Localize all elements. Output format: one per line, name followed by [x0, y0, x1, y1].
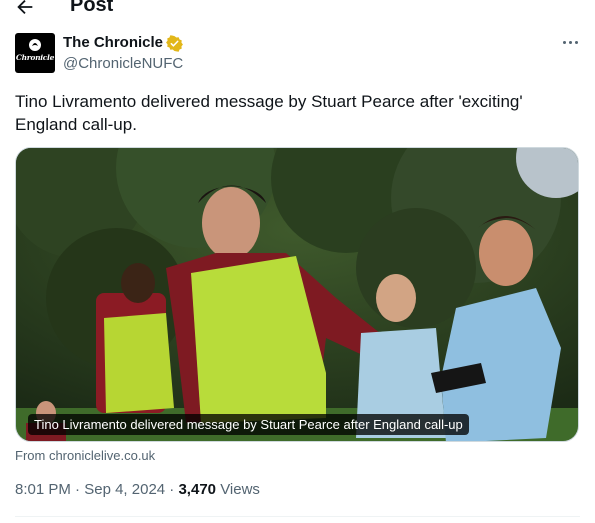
training-photo: [16, 148, 578, 441]
more-dot: [574, 40, 578, 44]
meta-separator: ·: [169, 481, 175, 498]
views-label: Views: [220, 481, 260, 498]
more-horizontal-icon: [562, 40, 566, 44]
link-source[interactable]: From chroniclelive.co.uk: [15, 448, 155, 463]
author-name[interactable]: The Chronicle: [63, 34, 163, 51]
divider: [15, 516, 580, 517]
post-text: Tino Livramento delivered message by Stu…: [15, 92, 523, 134]
views-count: 3,470: [178, 481, 217, 498]
avatar-logo-text: Chronicle: [15, 53, 55, 62]
post-date[interactable]: Sep 4, 2024: [84, 481, 165, 498]
meta-separator: ·: [75, 481, 81, 498]
link-card-image[interactable]: Tino Livramento delivered message by Stu…: [15, 147, 579, 442]
timestamp-row: 8:01 PM · Sep 4, 2024 · 3,470 Views: [15, 481, 260, 498]
crest-icon: [29, 39, 41, 51]
more-options-button[interactable]: [556, 32, 584, 52]
page-title: Post: [70, 0, 114, 16]
post-time[interactable]: 8:01 PM: [15, 481, 71, 498]
media-caption: Tino Livramento delivered message by Stu…: [28, 414, 469, 435]
verified-badge-icon: [166, 35, 183, 52]
avatar[interactable]: Chronicle: [15, 33, 55, 73]
top-bar: Post: [0, 0, 595, 18]
more-dot: [568, 40, 572, 44]
author-handle[interactable]: @ChronicleNUFC: [63, 55, 183, 72]
arrow-left-icon[interactable]: [14, 0, 36, 18]
